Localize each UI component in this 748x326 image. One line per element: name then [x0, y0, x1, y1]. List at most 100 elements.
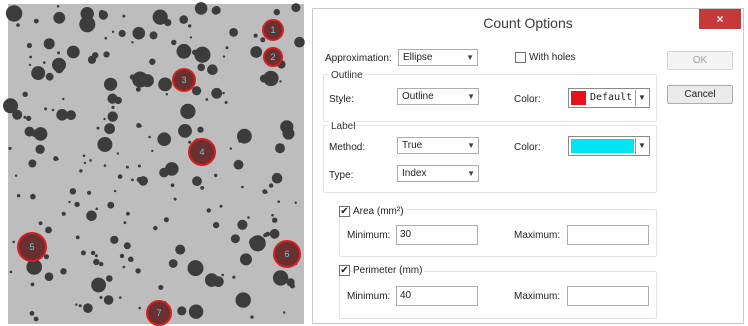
particle — [137, 164, 141, 168]
particle — [233, 159, 244, 170]
particle — [83, 161, 87, 165]
particle — [194, 2, 208, 15]
particle — [28, 63, 32, 67]
particle — [53, 156, 59, 162]
particle — [125, 165, 129, 169]
particle — [271, 213, 274, 217]
particle — [237, 219, 248, 230]
approximation-value: Ellipse — [403, 52, 433, 63]
particle — [241, 185, 244, 189]
particle — [12, 109, 23, 120]
perimeter-minimum-input[interactable]: 40 — [396, 286, 478, 306]
counted-object-label: 1 — [270, 25, 275, 35]
particle — [113, 83, 117, 87]
perimeter-checkbox[interactable]: ✔ — [339, 265, 350, 276]
outline-color-picker[interactable]: Default ▼ — [568, 88, 650, 108]
particle — [205, 98, 209, 101]
particle — [197, 126, 204, 133]
particle — [95, 207, 98, 211]
particle — [45, 226, 52, 234]
particle — [23, 115, 27, 119]
particle — [189, 36, 193, 39]
particle — [138, 306, 141, 310]
particle — [229, 28, 239, 37]
counted-object-label: 4 — [199, 147, 204, 157]
dialog-titlebar: Count Options × — [313, 9, 743, 37]
particle — [262, 189, 268, 195]
particle — [188, 24, 192, 28]
particle — [168, 259, 178, 268]
particle — [97, 137, 113, 152]
particle — [286, 278, 295, 287]
chevron-down-icon[interactable]: ▼ — [635, 138, 648, 154]
particle — [68, 200, 71, 204]
cancel-button[interactable]: Cancel — [667, 85, 733, 104]
chevron-down-icon[interactable]: ▼ — [635, 90, 648, 106]
particle — [103, 51, 110, 58]
particle — [69, 188, 77, 195]
with-holes-checkbox[interactable] — [515, 52, 526, 63]
particle — [9, 270, 13, 274]
label-method-select[interactable]: True ▼ — [397, 137, 479, 154]
particle — [79, 16, 96, 33]
particle — [247, 216, 250, 219]
particle — [74, 201, 80, 208]
particle — [35, 144, 45, 154]
particle — [33, 18, 39, 24]
particle — [110, 235, 119, 244]
particle — [28, 159, 37, 168]
particle — [129, 74, 136, 80]
perimeter-maximum-input[interactable] — [567, 286, 649, 306]
particle — [200, 186, 205, 190]
particle — [151, 149, 154, 153]
particle — [99, 261, 104, 267]
particle — [149, 31, 158, 40]
close-button[interactable]: × — [699, 9, 741, 29]
particle — [277, 200, 281, 203]
outline-style-select[interactable]: Outline ▼ — [397, 88, 479, 105]
label-method-value: True — [402, 140, 423, 151]
particle — [294, 201, 297, 204]
particle — [229, 147, 232, 150]
area-checkbox[interactable]: ✔ — [339, 206, 350, 217]
particle — [240, 253, 252, 266]
particle — [53, 11, 66, 24]
particle — [44, 272, 54, 282]
particle — [179, 15, 188, 24]
area-minimum-input[interactable]: 30 — [396, 225, 478, 245]
particle — [272, 217, 278, 223]
perimeter-label: Perimeter (mm) — [353, 265, 425, 276]
label-color-picker[interactable]: ▼ — [568, 136, 650, 156]
particle — [16, 194, 21, 198]
particle — [225, 46, 229, 50]
particle — [86, 210, 97, 222]
particle — [44, 107, 48, 111]
label-type-select[interactable]: Index ▼ — [397, 165, 479, 182]
particle — [271, 172, 283, 184]
particle — [66, 45, 80, 59]
particle — [103, 117, 106, 121]
approximation-select[interactable]: Ellipse ▼ — [398, 49, 478, 66]
particle — [111, 105, 115, 109]
particle — [93, 258, 100, 266]
particle — [116, 152, 120, 155]
particle — [75, 303, 78, 306]
particle — [260, 37, 266, 43]
area-maximum-input[interactable] — [567, 225, 649, 245]
particle — [104, 123, 115, 135]
outline-color-label: Color: — [514, 94, 541, 105]
particle — [89, 159, 92, 162]
particle — [43, 38, 55, 50]
particle — [263, 233, 268, 238]
particle — [230, 234, 240, 244]
particle — [135, 87, 141, 92]
chevron-down-icon: ▼ — [467, 169, 475, 178]
ok-button[interactable]: OK — [667, 51, 733, 70]
particle — [91, 277, 106, 293]
particle — [33, 316, 39, 322]
particle — [269, 228, 280, 239]
particle — [232, 275, 236, 279]
particle — [87, 190, 92, 195]
particle — [119, 253, 125, 259]
particle — [188, 304, 204, 319]
